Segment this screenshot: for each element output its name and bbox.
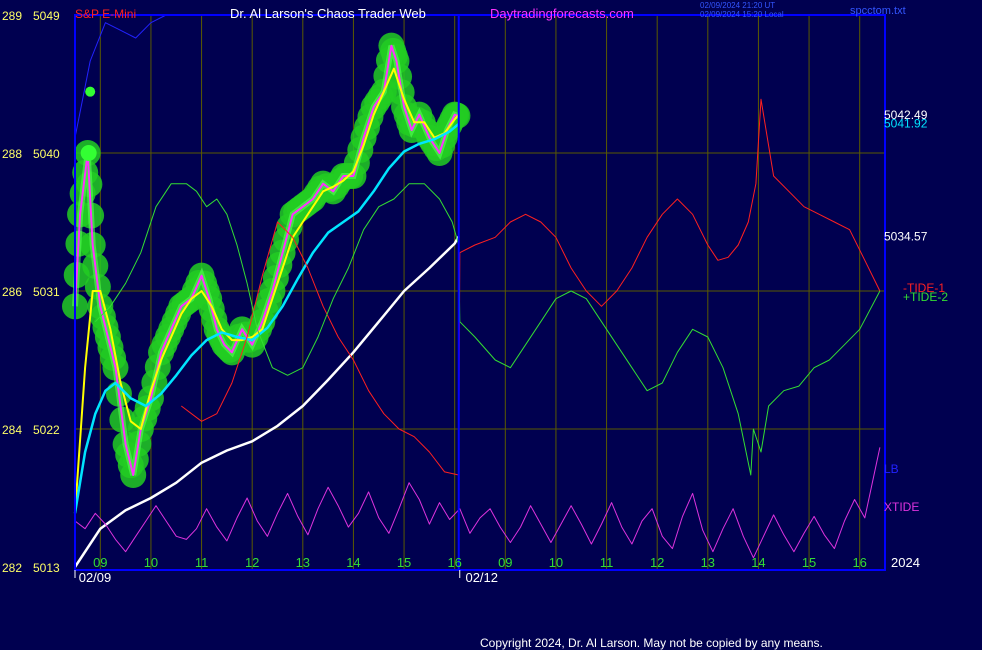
x-tick-label: 14: [751, 555, 765, 570]
y-tick-label-left: 288: [2, 147, 22, 161]
right-label: 5034.57: [884, 229, 928, 243]
x-tick-label: 11: [600, 555, 614, 570]
right-label: +TIDE-2: [903, 290, 948, 304]
x-tick-label: 16: [447, 555, 461, 570]
y-tick-label-left: 282: [2, 561, 22, 575]
copyright-notice: Copyright 2024, Dr. Al Larson. May not b…: [480, 636, 823, 650]
x-tick-label: 09: [498, 555, 512, 570]
y-tick-label: 5040: [33, 147, 60, 161]
date-label: 02/12: [465, 570, 498, 585]
y-tick-label: 5049: [33, 9, 60, 23]
x-tick-label: 13: [296, 555, 310, 570]
y-tick-label: 5022: [33, 423, 60, 437]
right-label: LB: [884, 462, 899, 476]
x-tick-label: 11: [195, 555, 209, 570]
site-link[interactable]: Daytradingforecasts.com: [490, 6, 634, 21]
x-tick-label: 12: [245, 555, 259, 570]
y-tick-label: 5031: [33, 285, 60, 299]
data-file-label: spcctom.txt: [850, 5, 906, 17]
timestamp-local: 02/09/2024 15:20 Local: [700, 10, 784, 19]
right-label: XTIDE: [884, 500, 919, 514]
chart-background: [0, 0, 982, 650]
timestamp-utc: 02/09/2024 21:20 UT: [700, 1, 775, 10]
author-title: Dr. Al Larson's Chaos Trader Web: [230, 6, 426, 21]
y-tick-label-left: 286: [2, 285, 22, 299]
x-tick-label: 13: [701, 555, 715, 570]
x-tick-label: 15: [802, 555, 816, 570]
right-label: 5041.92: [884, 117, 928, 131]
x-tick-label: 14: [346, 555, 360, 570]
symbol-label: S&P E-Mini: [75, 7, 136, 21]
x-tick-label: 15: [397, 555, 411, 570]
y-tick-label-left: 289: [2, 9, 22, 23]
price-spike-dot: [85, 86, 96, 97]
x-tick-label: 16: [852, 555, 866, 570]
x-tick-label: 10: [549, 555, 563, 570]
price-spike-dot: [80, 145, 97, 161]
x-tick-label: 09: [93, 555, 107, 570]
chart-canvas: 289 5049 288 5040 286 5031 284 5022 282 5013 09 10…: [0, 0, 982, 650]
x-tick-label: 12: [650, 555, 664, 570]
x-tick-label: 10: [144, 555, 158, 570]
date-label: 02/09: [79, 570, 112, 585]
year-label: 2024: [891, 555, 920, 570]
y-tick-label: 5013: [33, 561, 60, 575]
y-tick-label-left: 284: [2, 423, 22, 437]
